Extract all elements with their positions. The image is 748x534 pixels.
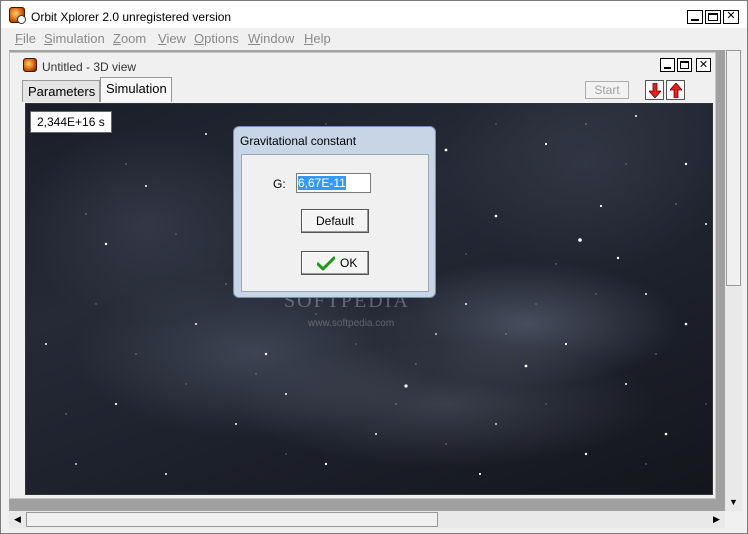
ok-button-label: OK bbox=[340, 256, 358, 270]
menu-help[interactable]: Help bbox=[304, 31, 331, 46]
checkmark-icon bbox=[317, 256, 335, 271]
tab-simulation[interactable]: Simulation bbox=[100, 77, 172, 102]
g-value-input[interactable]: 6,67E-11 bbox=[296, 173, 371, 193]
simulation-time-readout: 2,344E+16 s bbox=[30, 111, 112, 133]
menu-file[interactable]: File bbox=[15, 31, 36, 46]
orbit-planet-icon[interactable] bbox=[9, 7, 26, 24]
gravitational-constant-dialog: Gravitational constant G: 6,67E-11 Defau… bbox=[233, 126, 436, 298]
tab-parameters[interactable]: Parameters bbox=[22, 80, 100, 102]
scroll-left-arrow-icon[interactable]: ◀ bbox=[9, 511, 26, 528]
horizontal-scrollbar[interactable]: ◀ ▶ bbox=[9, 511, 725, 528]
ok-button[interactable]: OK bbox=[301, 251, 369, 275]
arrow-up-button[interactable] bbox=[666, 80, 685, 100]
maximize-button[interactable] bbox=[705, 10, 721, 24]
child-titlebar[interactable]: Untitled - 3D view ✕ bbox=[10, 53, 715, 77]
close-icon: ✕ bbox=[698, 59, 709, 71]
minimize-button[interactable] bbox=[687, 10, 703, 24]
orbit-planet-icon[interactable] bbox=[23, 58, 37, 72]
child-title: Untitled - 3D view bbox=[42, 60, 137, 74]
arrow-down-button[interactable] bbox=[645, 80, 664, 100]
arrow-down-icon bbox=[649, 83, 661, 98]
scroll-right-arrow-icon[interactable]: ▶ bbox=[708, 511, 725, 528]
menu-options[interactable]: Options bbox=[194, 31, 239, 46]
child-minimize-button[interactable] bbox=[660, 58, 675, 72]
close-button[interactable]: ✕ bbox=[723, 10, 739, 24]
child-maximize-button[interactable] bbox=[677, 58, 692, 72]
app-title: Orbit Xplorer 2.0 unregistered version bbox=[31, 10, 232, 24]
menu-zoom[interactable]: Zoom bbox=[113, 31, 146, 46]
child-close-button[interactable]: ✕ bbox=[696, 58, 711, 72]
app-titlebar[interactable]: Orbit Xplorer 2.0 unregistered version ✕ bbox=[1, 1, 747, 28]
vertical-scrollbar[interactable]: ▼ bbox=[725, 50, 742, 511]
default-button[interactable]: Default bbox=[301, 209, 369, 233]
dialog-title: Gravitational constant bbox=[240, 134, 357, 148]
close-icon: ✕ bbox=[726, 10, 736, 22]
menu-simulation[interactable]: Simulation bbox=[44, 31, 105, 46]
menu-window[interactable]: Window bbox=[248, 31, 294, 46]
main-window: Orbit Xplorer 2.0 unregistered version ✕… bbox=[0, 0, 748, 534]
dialog-body: G: 6,67E-11 Default OK bbox=[241, 154, 429, 292]
g-value-selected-text: 6,67E-11 bbox=[298, 176, 346, 190]
scroll-down-arrow-icon[interactable]: ▼ bbox=[725, 494, 742, 511]
softpedia-watermark-url: www.softpedia.com bbox=[308, 318, 395, 329]
start-button[interactable]: Start bbox=[585, 81, 629, 99]
g-label: G: bbox=[273, 177, 286, 191]
horizontal-scroll-thumb[interactable] bbox=[26, 512, 438, 527]
arrow-up-icon bbox=[670, 83, 682, 98]
menu-view[interactable]: View bbox=[158, 31, 186, 46]
vertical-scroll-thumb[interactable] bbox=[726, 50, 741, 286]
menu-bar: File Simulation Zoom View Options Window… bbox=[1, 28, 747, 50]
